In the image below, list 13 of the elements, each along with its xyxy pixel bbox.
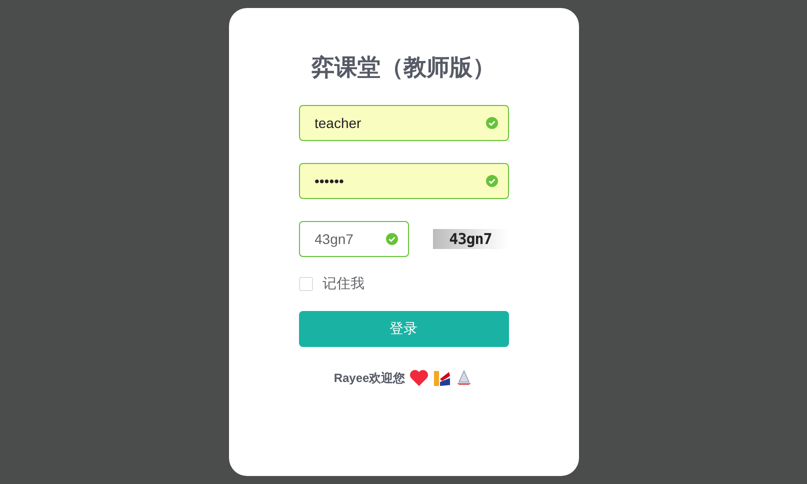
app-title: 弈课堂（教师版）: [312, 53, 496, 82]
check-circle-icon: [486, 117, 498, 129]
password-field[interactable]: ••••••: [298, 163, 508, 199]
remember-checkbox[interactable]: [298, 277, 312, 291]
check-circle-icon: [386, 233, 398, 245]
welcome-text: Rayee欢迎您: [334, 370, 406, 386]
captcha-field[interactable]: 43gn7: [298, 221, 408, 257]
remember-label[interactable]: 记住我: [322, 275, 364, 293]
flag-logo-icon: [433, 369, 452, 387]
heart-icon: [409, 369, 430, 387]
check-circle-icon: [486, 175, 498, 187]
username-field[interactable]: teacher: [298, 105, 508, 141]
sailboat-icon: [455, 369, 474, 387]
